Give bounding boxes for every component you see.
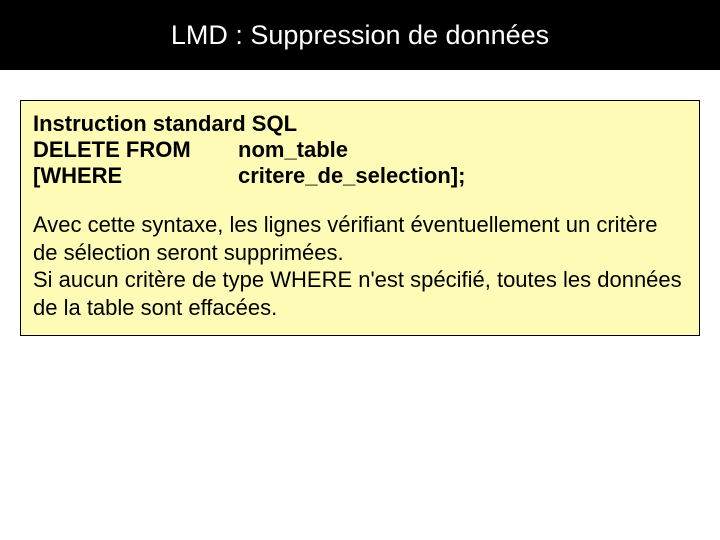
slide-title: LMD : Suppression de données (171, 20, 549, 51)
sql-value: critere_de_selection]; (238, 163, 687, 189)
sql-row: [WHERE critere_de_selection]; (33, 163, 687, 189)
sql-value: nom_table (238, 137, 687, 163)
description-text: Avec cette syntaxe, les lignes vérifiant… (33, 211, 687, 321)
sql-keyword: DELETE FROM (33, 137, 238, 163)
sql-keyword: [WHERE (33, 163, 238, 189)
spacer (33, 189, 687, 211)
sql-heading: Instruction standard SQL (33, 111, 687, 137)
title-bar: LMD : Suppression de données (0, 0, 720, 70)
sql-row: DELETE FROM nom_table (33, 137, 687, 163)
content-wrapper: Instruction standard SQL DELETE FROM nom… (0, 70, 720, 336)
content-box: Instruction standard SQL DELETE FROM nom… (20, 100, 700, 336)
